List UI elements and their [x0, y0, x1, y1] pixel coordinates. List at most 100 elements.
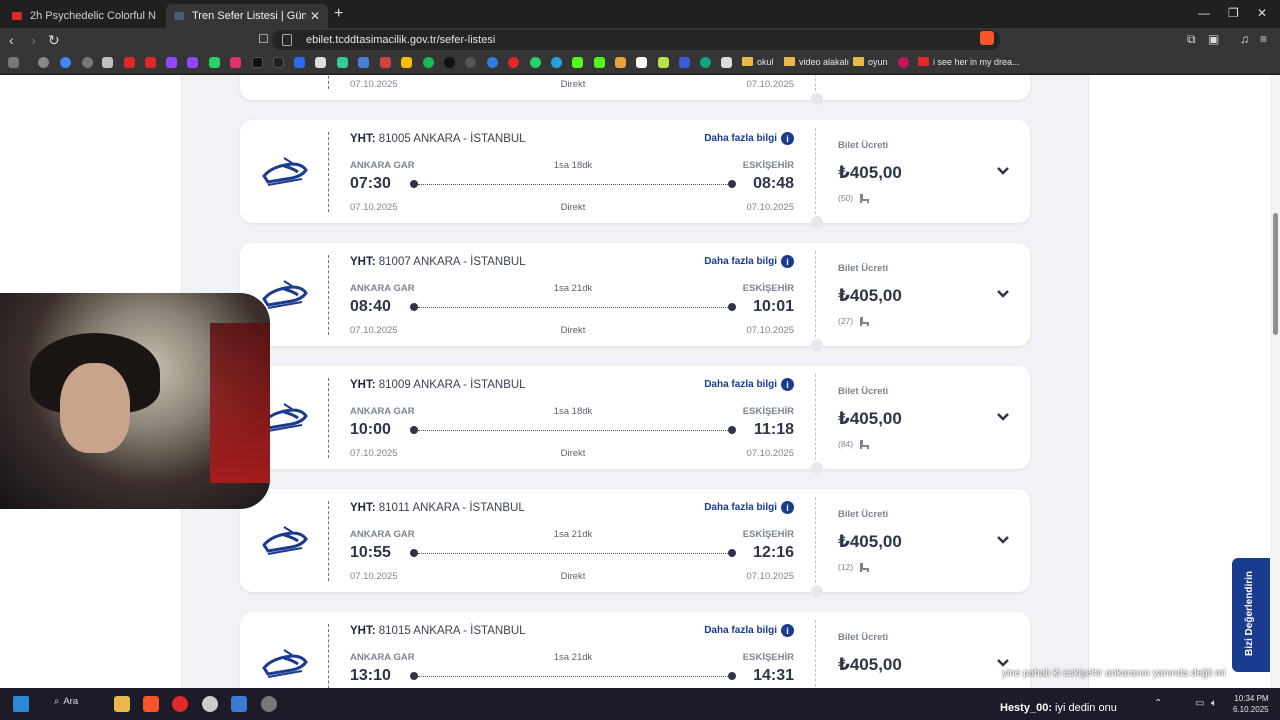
more-info-link[interactable]: Daha fazla bilgi i	[704, 378, 794, 391]
trip-card[interactable]: YHT: 81009 ANKARA - İSTANBUL Daha fazla b…	[240, 366, 1030, 469]
scrollbar[interactable]	[1270, 75, 1280, 688]
ticket-price: ₺405,00	[838, 655, 902, 674]
tab-strip: 2h Psychedelic Colorful Neon Backgr Tren…	[0, 0, 1280, 28]
photos-icon[interactable]	[231, 696, 247, 712]
bookmark-icon[interactable]	[444, 57, 455, 68]
price-label: Bilet Ücreti	[838, 386, 889, 397]
app-icon[interactable]	[261, 696, 277, 712]
bookmark-icon[interactable]	[679, 57, 690, 68]
expand-chevron-icon[interactable]	[995, 286, 1011, 302]
spotify-icon[interactable]	[423, 57, 434, 68]
chatgpt-icon[interactable]	[82, 57, 93, 68]
bookmark-folder-okul[interactable]: okul	[742, 57, 774, 67]
close-tab-icon[interactable]: ✕	[310, 9, 320, 23]
x-icon[interactable]	[252, 57, 263, 68]
route-line	[418, 184, 728, 185]
bookmark-icon[interactable]	[700, 57, 711, 68]
bookmark-icon[interactable]	[508, 57, 519, 68]
tray-chevron-icon[interactable]: ⌃	[1154, 698, 1162, 709]
bookmark-icon[interactable]	[898, 57, 909, 68]
wallet-icon[interactable]: ▣	[1208, 32, 1219, 46]
more-info-link[interactable]: Daha fazla bilgi i	[704, 255, 794, 268]
apps-icon[interactable]	[8, 57, 19, 68]
kick-icon[interactable]	[594, 57, 605, 68]
restore-icon[interactable]: ❐	[1228, 6, 1239, 20]
drive-icon[interactable]	[401, 57, 412, 68]
bookmark-icon[interactable]	[315, 57, 326, 68]
divider	[815, 251, 816, 337]
system-clock[interactable]: 10:34 PM 6.10.2025	[1233, 693, 1269, 715]
divider	[328, 378, 329, 458]
more-info-link[interactable]: Daha fazla bilgi i	[704, 132, 794, 145]
train-icon	[262, 154, 308, 188]
taskbar-search[interactable]: ⌕ Ara	[54, 696, 78, 707]
twitch-icon[interactable]	[187, 57, 198, 68]
kick-icon[interactable]	[572, 57, 583, 68]
tab-title: 2h Psychedelic Colorful Neon Backgr	[30, 10, 156, 22]
more-info-link[interactable]: Daha fazla bilgi i	[704, 501, 794, 514]
arrival-station: ESKİŞEHİR	[742, 652, 794, 663]
close-window-icon[interactable]: ✕	[1257, 6, 1267, 20]
tab-youtube[interactable]: 2h Psychedelic Colorful Neon Backgr	[4, 4, 164, 28]
google-icon[interactable]	[60, 57, 71, 68]
bookmark-folder-oyun[interactable]: oyun	[853, 57, 888, 67]
bookmark-icon[interactable]	[102, 57, 113, 68]
trip-card[interactable]: YHT: 81007 ANKARA - İSTANBUL Daha fazla b…	[240, 243, 1030, 346]
youtube-icon[interactable]	[145, 57, 156, 68]
bookmark-icon[interactable]	[209, 57, 220, 68]
bookmark-icon[interactable]	[658, 57, 669, 68]
trip-card-partial[interactable]: 07.10.2025 Direkt 07.10.2025	[240, 75, 1030, 100]
more-info-link[interactable]: Daha fazla bilgi i	[704, 624, 794, 637]
bookmark-folder-video[interactable]: video alakalı	[784, 57, 849, 67]
youtube-icon[interactable]	[124, 57, 135, 68]
media-player-icon[interactable]	[172, 696, 188, 712]
feedback-button[interactable]: Bizi Değerlendirin	[1232, 558, 1270, 672]
minimize-icon[interactable]: —	[1198, 6, 1210, 20]
history-icon[interactable]	[38, 57, 49, 68]
bookmark-icon[interactable]	[636, 57, 647, 68]
bookmark-icon[interactable]	[615, 57, 626, 68]
file-explorer-icon[interactable]	[114, 696, 130, 712]
whatsapp-icon[interactable]	[530, 57, 541, 68]
scrollbar-thumb[interactable]	[1273, 213, 1278, 335]
tab-tcdd[interactable]: Tren Sefer Listesi | Güncel Tren S ✕	[166, 4, 328, 28]
brave-icon[interactable]	[143, 696, 159, 712]
app-icon[interactable]	[202, 696, 218, 712]
reload-icon[interactable]: ↻	[48, 32, 60, 49]
trip-card[interactable]: YHT: 81015 ANKARA - İSTANBUL Daha fazla b…	[240, 612, 1030, 688]
route-line	[418, 307, 728, 308]
bookmark-icon[interactable]	[487, 57, 498, 68]
forward-icon[interactable]: ›	[31, 32, 36, 48]
tiktok-icon[interactable]	[273, 57, 284, 68]
address-toolbar: ‹ › ↻ ☐ ebilet.tcddtasimacilik.gov.tr/se…	[0, 28, 1280, 52]
new-tab-button[interactable]: +	[334, 5, 343, 23]
twitch-icon[interactable]	[166, 57, 177, 68]
expand-chevron-icon[interactable]	[995, 163, 1011, 179]
instagram-icon[interactable]	[230, 57, 241, 68]
telegram-icon[interactable]	[551, 57, 562, 68]
bookmark-icon[interactable]: ☐	[258, 32, 269, 46]
bookmark-icon[interactable]	[358, 57, 369, 68]
site-info-icon[interactable]	[282, 34, 292, 46]
bookmark-icon[interactable]	[337, 57, 348, 68]
media-icon[interactable]: ♫	[1240, 32, 1249, 46]
windows-start-icon[interactable]	[13, 696, 29, 712]
seat-icon	[860, 439, 870, 449]
bookmark-icon[interactable]	[721, 57, 732, 68]
trip-card[interactable]: YHT: 81005 ANKARA - İSTANBUL Daha fazla b…	[240, 120, 1030, 223]
trip-card[interactable]: YHT: 81011 ANKARA - İSTANBUL Daha fazla b…	[240, 489, 1030, 592]
url-bar[interactable]: ebilet.tcddtasimacilik.gov.tr/sefer-list…	[272, 30, 1000, 50]
brave-shields-icon[interactable]	[980, 31, 994, 45]
expand-chevron-icon[interactable]	[995, 409, 1011, 425]
network-icon[interactable]: ▭	[1195, 698, 1204, 709]
gmail-icon[interactable]	[380, 57, 391, 68]
volume-icon[interactable]: 🔈︎	[1211, 698, 1217, 709]
expand-chevron-icon[interactable]	[995, 532, 1011, 548]
extensions-icon[interactable]: ⧉	[1187, 32, 1196, 47]
menu-icon[interactable]: ≡	[1260, 32, 1267, 46]
bookmark-icon[interactable]	[294, 57, 305, 68]
seat-icon	[860, 193, 870, 203]
bookmark-video[interactable]: i see her in my drea...	[918, 57, 1020, 67]
back-icon[interactable]: ‹	[9, 32, 14, 48]
github-icon[interactable]	[465, 57, 476, 68]
